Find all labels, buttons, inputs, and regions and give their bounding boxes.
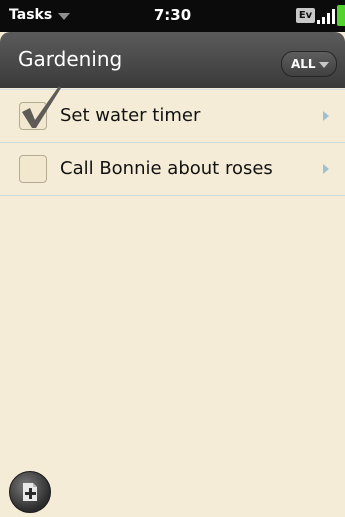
network-type-badge: Ev [296, 8, 315, 23]
task-label: Call Bonnie about roses [60, 158, 273, 179]
signal-strength-icon [317, 8, 337, 24]
task-label: Set water timer [60, 105, 201, 126]
battery-icon [337, 5, 345, 26]
chevron-right-icon[interactable] [323, 111, 329, 121]
filter-button[interactable]: ALL [281, 51, 337, 77]
task-list: Set water timer Call Bonnie about roses [0, 86, 345, 196]
chevron-down-icon [319, 62, 329, 68]
page-title: Gardening [18, 47, 123, 71]
task-checkbox[interactable] [19, 155, 47, 183]
clock: 7:30 [153, 6, 192, 24]
checkmark-icon [22, 86, 61, 128]
filter-label: ALL [291, 57, 316, 71]
list-header: Gardening ALL [0, 32, 345, 88]
chevron-right-icon[interactable] [323, 164, 329, 174]
task-row[interactable]: Call Bonnie about roses [0, 143, 345, 196]
task-row[interactable]: Set water timer [0, 86, 345, 143]
status-bar: Tasks 7:30 Ev [0, 0, 345, 32]
new-task-icon [23, 483, 37, 501]
add-task-button[interactable] [9, 471, 51, 513]
